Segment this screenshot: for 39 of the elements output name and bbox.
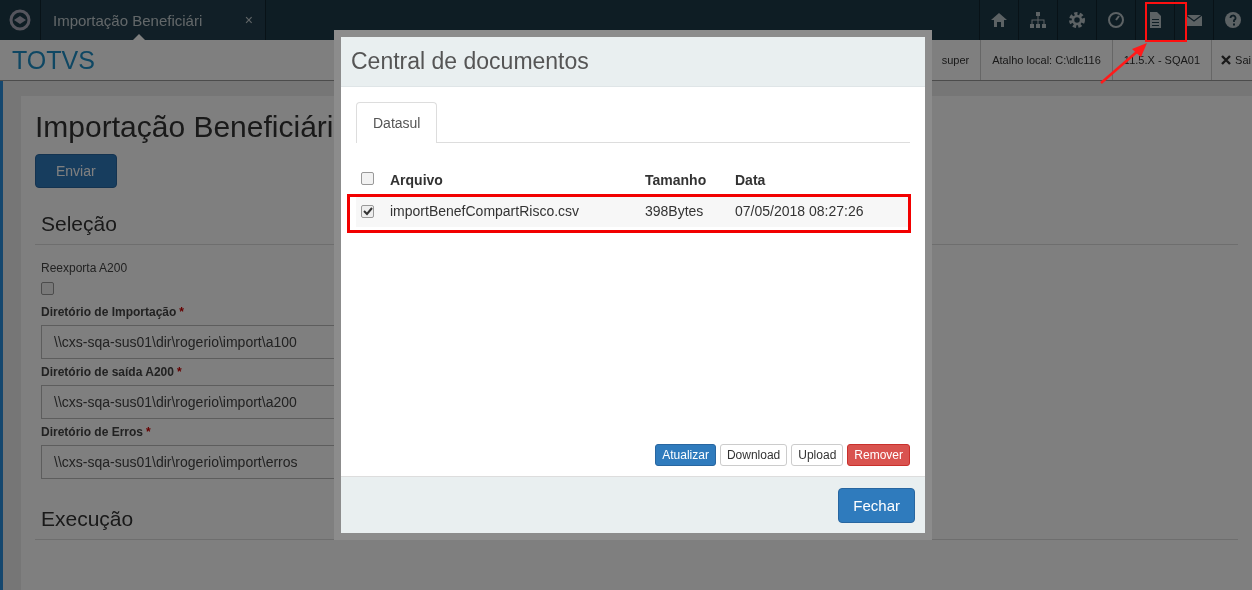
required-mark: * bbox=[179, 305, 185, 319]
column-header: Data bbox=[735, 172, 767, 188]
settings-icon[interactable] bbox=[1068, 11, 1086, 29]
close-tab-button[interactable]: × bbox=[244, 12, 253, 28]
field-label: Diretório de Erros bbox=[41, 425, 144, 439]
help-icon[interactable] bbox=[1224, 11, 1242, 29]
required-mark: * bbox=[146, 425, 151, 439]
table-row[interactable]: importBenefCompartRisco.csv 398Bytes 07/05/2018 08:27:26 bbox=[356, 195, 910, 227]
action-button[interactable]: Atualizar bbox=[655, 444, 716, 466]
checkbox[interactable] bbox=[361, 204, 374, 218]
column-header: Tamanho bbox=[645, 172, 708, 188]
page-title: Importação Beneficiári bbox=[35, 110, 334, 144]
dialog-title: Central de documentos bbox=[351, 48, 589, 75]
table-cell: 398Bytes bbox=[645, 203, 704, 219]
logo-icon[interactable] bbox=[9, 9, 31, 31]
field-label: Reexporta A200 bbox=[41, 261, 128, 275]
table-cell: importBenefCompartRisco.csv bbox=[390, 203, 580, 219]
brand-name: TOTVS bbox=[12, 45, 95, 75]
home-icon[interactable] bbox=[990, 11, 1008, 29]
required-mark: * bbox=[176, 365, 182, 379]
tab[interactable]: Datasul bbox=[356, 102, 438, 143]
checkbox[interactable] bbox=[361, 172, 374, 185]
table-cell: 07/05/2018 08:27:26 bbox=[735, 203, 864, 219]
field-label: Diretório de saída A200 bbox=[41, 365, 174, 379]
close-button[interactable]: Fechar bbox=[838, 487, 915, 523]
logout-link[interactable]: Sai bbox=[1211, 40, 1252, 80]
tab-title: Importação Beneficiári bbox=[53, 11, 203, 29]
clock-icon[interactable] bbox=[1107, 11, 1125, 29]
action-button[interactable]: Upload bbox=[791, 444, 844, 466]
checkbox[interactable] bbox=[41, 282, 54, 295]
column-header: Arquivo bbox=[390, 172, 444, 188]
submit-button[interactable]: Enviar bbox=[35, 154, 117, 188]
field-label: Diretório de Importação bbox=[41, 305, 177, 319]
action-button[interactable]: Remover bbox=[847, 444, 910, 466]
highlight-frame bbox=[1145, 2, 1187, 42]
header-info: Atalho local: C:\dlc116 bbox=[980, 40, 1112, 80]
sitemap-icon[interactable] bbox=[1029, 11, 1047, 29]
close-icon bbox=[1221, 55, 1232, 65]
action-button[interactable]: Download bbox=[719, 444, 788, 466]
